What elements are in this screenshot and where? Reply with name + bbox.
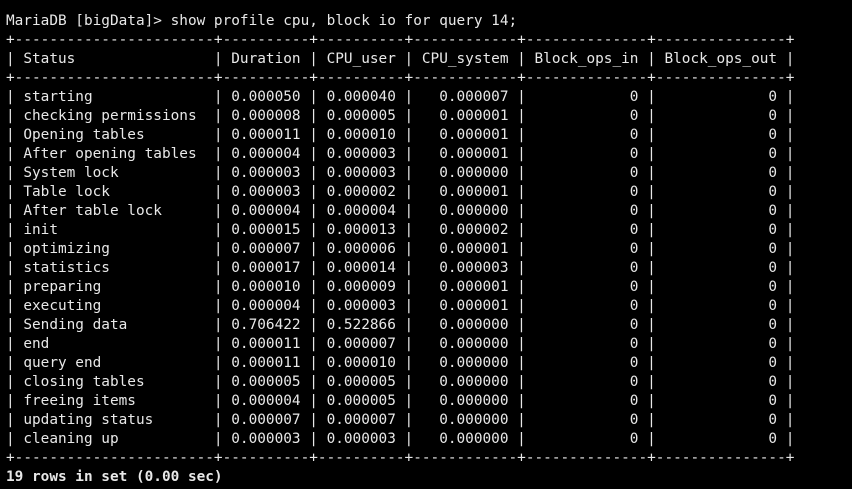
table-row: | closing tables | 0.000005 | 0.000005 |…: [6, 374, 795, 390]
table-row: | executing | 0.000004 | 0.000003 | 0.00…: [6, 298, 795, 314]
table-row: | After opening tables | 0.000004 | 0.00…: [6, 146, 795, 162]
table-row: | starting | 0.000050 | 0.000040 | 0.000…: [6, 89, 795, 105]
table-row: | System lock | 0.000003 | 0.000003 | 0.…: [6, 165, 795, 181]
table-row: | Sending data | 0.706422 | 0.522866 | 0…: [6, 317, 795, 333]
table-row: | freeing items | 0.000004 | 0.000005 | …: [6, 393, 795, 409]
table-row: | updating status | 0.000007 | 0.000007 …: [6, 412, 795, 428]
result-summary: 19 rows in set (0.00 sec): [6, 469, 223, 485]
table-border-header: +-----------------------+----------+----…: [6, 70, 795, 86]
table-row: | statistics | 0.000017 | 0.000014 | 0.0…: [6, 260, 795, 276]
table-row: | cleaning up | 0.000003 | 0.000003 | 0.…: [6, 431, 795, 447]
terminal-window[interactable]: MariaDB [bigData]> show profile cpu, blo…: [0, 0, 852, 489]
table-row: | checking permissions | 0.000008 | 0.00…: [6, 108, 795, 124]
table-border-bottom: +-----------------------+----------+----…: [6, 450, 795, 466]
table-row: | After table lock | 0.000004 | 0.000004…: [6, 203, 795, 219]
result-table-body: | starting | 0.000050 | 0.000040 | 0.000…: [6, 88, 852, 449]
table-row: | Opening tables | 0.000011 | 0.000010 |…: [6, 127, 795, 143]
table-row: | preparing | 0.000010 | 0.000009 | 0.00…: [6, 279, 795, 295]
table-row: | query end | 0.000011 | 0.000010 | 0.00…: [6, 355, 795, 371]
table-header-row: | Status | Duration | CPU_user | CPU_sys…: [6, 51, 795, 67]
table-row: | optimizing | 0.000007 | 0.000006 | 0.0…: [6, 241, 795, 257]
table-row: | Table lock | 0.000003 | 0.000002 | 0.0…: [6, 184, 795, 200]
table-border-top: +-----------------------+----------+----…: [6, 32, 795, 48]
command-prompt-line: MariaDB [bigData]> show profile cpu, blo…: [6, 13, 518, 29]
table-row: | init | 0.000015 | 0.000013 | 0.000002 …: [6, 222, 795, 238]
table-row: | end | 0.000011 | 0.000007 | 0.000000 |…: [6, 336, 795, 352]
